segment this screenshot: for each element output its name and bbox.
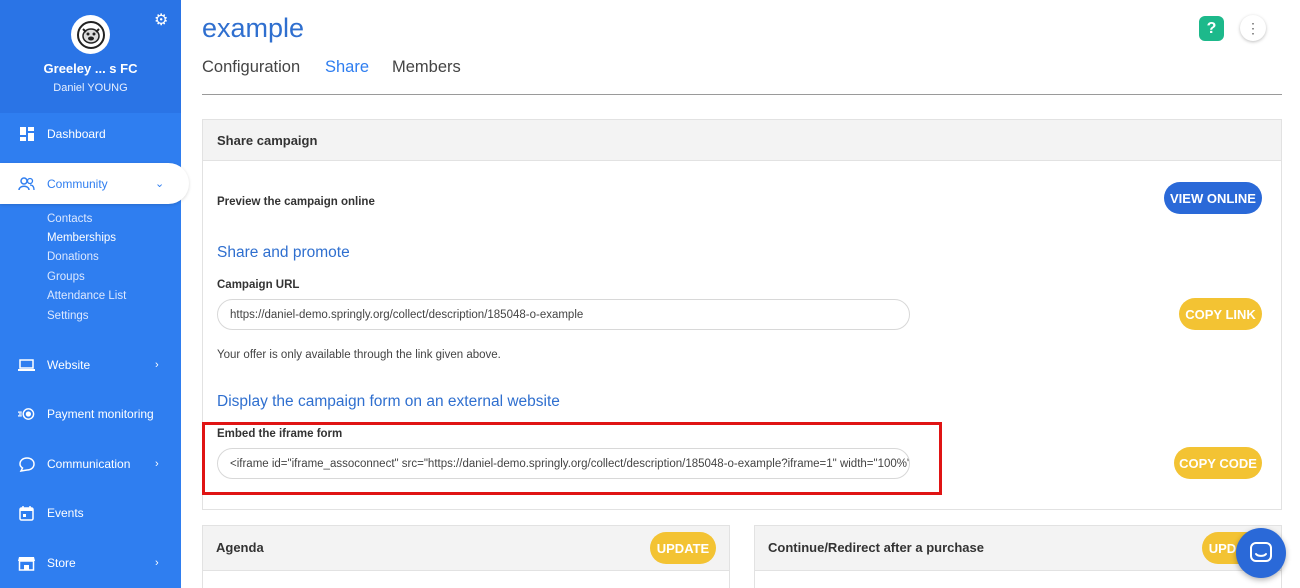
- url-note: Your offer is only available through the…: [217, 349, 501, 361]
- tab-members[interactable]: Members: [392, 58, 461, 77]
- sidebar-item-label: Community: [47, 176, 108, 191]
- sidebar-sub-memberships[interactable]: Memberships: [47, 232, 116, 244]
- sidebar-item-website[interactable]: Website ›: [0, 345, 181, 385]
- sidebar-sub-groups[interactable]: Groups: [47, 271, 85, 283]
- community-icon: [18, 175, 35, 192]
- calendar-icon: [18, 505, 35, 522]
- highlight-box: [202, 422, 942, 495]
- agenda-update-button[interactable]: UPDATE: [650, 532, 716, 564]
- agenda-card: Agenda UPDATE: [202, 525, 730, 588]
- more-options-button[interactable]: ⋮: [1240, 15, 1266, 41]
- sidebar-item-label: Events: [47, 506, 84, 520]
- sidebar-item-events[interactable]: Events: [0, 493, 181, 533]
- agenda-title: Agenda: [216, 540, 264, 555]
- chevron-right-icon: ›: [155, 557, 159, 569]
- sidebar-item-label: Website: [47, 358, 91, 372]
- sidebar-sub-settings[interactable]: Settings: [47, 310, 89, 322]
- card-header: Share campaign: [203, 120, 1281, 161]
- user-name: Daniel YOUNG: [53, 82, 128, 94]
- view-online-button[interactable]: VIEW ONLINE: [1164, 182, 1262, 214]
- bulldog-logo-icon[interactable]: [71, 15, 110, 54]
- chevron-right-icon: ›: [155, 458, 159, 470]
- help-button[interactable]: ?: [1199, 16, 1224, 41]
- tab-divider: [202, 94, 1282, 95]
- sidebar-item-label: Payment monitoring: [47, 407, 154, 421]
- campaign-url-field[interactable]: https://daniel-demo.springly.org/collect…: [217, 299, 910, 330]
- store-icon: [18, 555, 35, 572]
- chevron-right-icon: ›: [155, 359, 159, 371]
- card-title: Share campaign: [217, 133, 318, 148]
- sidebar-item-label: Store: [47, 556, 76, 570]
- chat-support-button[interactable]: [1236, 528, 1286, 578]
- sidebar: ⚙ Greeley ... s FC Daniel YOUNG Dashboar…: [0, 0, 189, 588]
- redirect-card: Continue/Redirect after a purchase UPDAT…: [754, 525, 1282, 588]
- sidebar-item-store[interactable]: Store ›: [0, 543, 181, 583]
- preview-label: Preview the campaign online: [217, 196, 375, 208]
- sidebar-header: ⚙ Greeley ... s FC Daniel YOUNG: [0, 0, 181, 113]
- org-name: Greeley ... s FC: [43, 61, 138, 76]
- sidebar-item-label: Communication: [47, 457, 131, 471]
- sidebar-item-communication[interactable]: Communication ›: [0, 444, 181, 484]
- dashboard-icon: [18, 126, 35, 143]
- chat-bubble-icon: [1250, 542, 1272, 562]
- sidebar-sub-attendance-list[interactable]: Attendance List: [47, 290, 126, 302]
- page-title: example: [202, 13, 305, 43]
- payment-icon: [18, 406, 35, 423]
- chevron-down-icon: ⌄: [155, 178, 165, 190]
- sidebar-item-payment-monitoring[interactable]: Payment monitoring: [0, 394, 181, 434]
- embed-title: Display the campaign form on an external…: [217, 393, 560, 410]
- sidebar-sub-donations[interactable]: Donations: [47, 251, 99, 263]
- copy-code-button[interactable]: COPY CODE: [1174, 447, 1262, 479]
- sidebar-item-label: Dashboard: [47, 127, 106, 141]
- tab-configuration[interactable]: Configuration: [202, 58, 300, 77]
- copy-link-button[interactable]: COPY LINK: [1179, 298, 1262, 330]
- chat-icon: [18, 456, 35, 473]
- sidebar-item-community[interactable]: Community ⌄: [0, 163, 189, 204]
- share-promote-title: Share and promote: [217, 244, 350, 261]
- redirect-title: Continue/Redirect after a purchase: [768, 540, 984, 555]
- campaign-url-label: Campaign URL: [217, 279, 300, 291]
- gear-icon[interactable]: ⚙: [154, 13, 170, 29]
- sidebar-item-dashboard[interactable]: Dashboard: [0, 114, 181, 154]
- laptop-icon: [18, 357, 35, 374]
- tab-share[interactable]: Share: [325, 58, 369, 77]
- sidebar-sub-contacts[interactable]: Contacts: [47, 213, 92, 225]
